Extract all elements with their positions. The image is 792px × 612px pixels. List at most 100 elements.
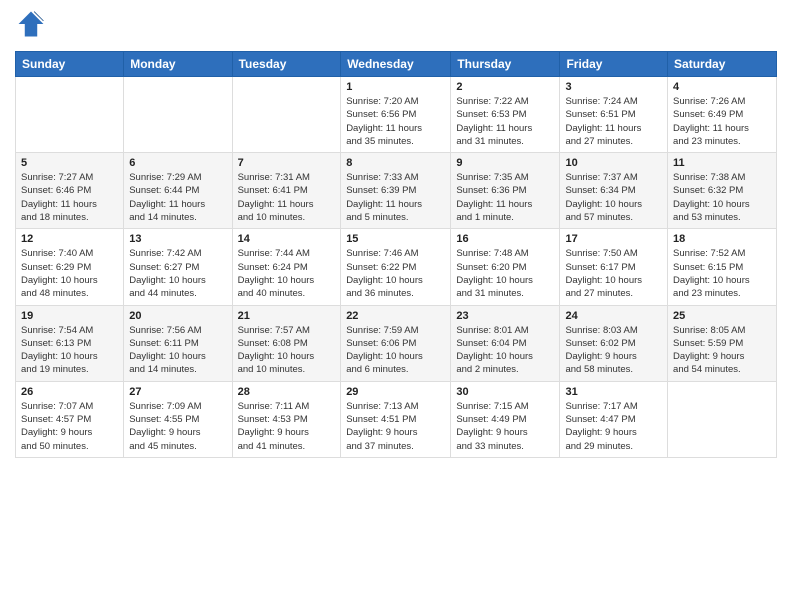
calendar-header-saturday: Saturday (668, 52, 777, 77)
day-number: 17 (565, 233, 662, 245)
calendar-cell: 2 Sunrise: 7:22 AM Sunset: 6:53 PM Daylig… (451, 77, 560, 153)
day-info: Sunrise: 7:15 AM Sunset: 4:49 PM Dayligh… (456, 400, 554, 453)
page: SundayMondayTuesdayWednesdayThursdayFrid… (0, 0, 792, 612)
calendar-cell: 28Sunrise: 7:11 AM Sunset: 4:53 PM Dayli… (232, 381, 341, 457)
day-info: Sunrise: 7:07 AM Sunset: 4:57 PM Dayligh… (21, 400, 118, 453)
day-info: Sunrise: 7:20 AM Sunset: 6:56 PM Dayligh… (346, 95, 445, 148)
calendar-cell: 16 Sunrise: 7:48 AM Sunset: 6:20 PM Dayli… (451, 229, 560, 305)
day-info: Sunrise: 7:11 AM Sunset: 4:53 PM Dayligh… (238, 400, 336, 453)
day-info: Sunrise: 7:33 AM Sunset: 6:39 PM Dayligh… (346, 171, 445, 224)
day-number: 3 (565, 81, 662, 93)
calendar-cell: 7 Sunrise: 7:31 AM Sunset: 6:41 PM Daylig… (232, 153, 341, 229)
day-info: Sunrise: 7:35 AM Sunset: 6:36 PM Dayligh… (456, 171, 554, 224)
day-info: Sunrise: 7:59 AM Sunset: 6:06 PM Dayligh… (346, 324, 445, 377)
calendar-cell: 22 Sunrise: 7:59 AM Sunset: 6:06 PM Dayli… (341, 305, 451, 381)
day-info: Sunrise: 7:13 AM Sunset: 4:51 PM Dayligh… (346, 400, 445, 453)
day-info: Sunrise: 8:05 AM Sunset: 5:59 PM Dayligh… (673, 324, 771, 377)
day-number: 4 (673, 81, 771, 93)
day-number: 11 (673, 157, 771, 169)
day-number: 22 (346, 310, 445, 322)
day-info: Sunrise: 7:44 AM Sunset: 6:24 PM Dayligh… (238, 247, 336, 300)
day-info: Sunrise: 7:24 AM Sunset: 6:51 PM Dayligh… (565, 95, 662, 148)
day-number: 16 (456, 233, 554, 245)
day-number: 31 (565, 386, 662, 398)
calendar-cell: 26 Sunrise: 7:07 AM Sunset: 4:57 PM Dayli… (16, 381, 124, 457)
calendar-header-tuesday: Tuesday (232, 52, 341, 77)
day-info: Sunrise: 7:57 AM Sunset: 6:08 PM Dayligh… (238, 324, 336, 377)
day-info: Sunrise: 7:54 AM Sunset: 6:13 PM Dayligh… (21, 324, 118, 377)
calendar-cell: 1 Sunrise: 7:20 AM Sunset: 6:56 PM Daylig… (341, 77, 451, 153)
day-info: Sunrise: 7:40 AM Sunset: 6:29 PM Dayligh… (21, 247, 118, 300)
day-number: 21 (238, 310, 336, 322)
day-number: 26 (21, 386, 118, 398)
day-number: 30 (456, 386, 554, 398)
day-number: 15 (346, 233, 445, 245)
calendar-header-wednesday: Wednesday (341, 52, 451, 77)
calendar-cell (16, 77, 124, 153)
calendar-week-row: 19Sunrise: 7:54 AM Sunset: 6:13 PM Dayli… (16, 305, 777, 381)
day-info: Sunrise: 7:22 AM Sunset: 6:53 PM Dayligh… (456, 95, 554, 148)
day-number: 27 (129, 386, 226, 398)
day-number: 6 (129, 157, 226, 169)
day-info: Sunrise: 7:31 AM Sunset: 6:41 PM Dayligh… (238, 171, 336, 224)
calendar-header-friday: Friday (560, 52, 668, 77)
day-info: Sunrise: 7:37 AM Sunset: 6:34 PM Dayligh… (565, 171, 662, 224)
header (15, 10, 777, 43)
calendar-cell: 23 Sunrise: 8:01 AM Sunset: 6:04 PM Dayli… (451, 305, 560, 381)
calendar-cell: 18 Sunrise: 7:52 AM Sunset: 6:15 PM Dayli… (668, 229, 777, 305)
calendar-cell: 21 Sunrise: 7:57 AM Sunset: 6:08 PM Dayli… (232, 305, 341, 381)
calendar-cell: 14Sunrise: 7:44 AM Sunset: 6:24 PM Dayli… (232, 229, 341, 305)
day-info: Sunrise: 7:29 AM Sunset: 6:44 PM Dayligh… (129, 171, 226, 224)
logo-icon (17, 10, 45, 38)
day-number: 24 (565, 310, 662, 322)
day-info: Sunrise: 7:17 AM Sunset: 4:47 PM Dayligh… (565, 400, 662, 453)
calendar-cell: 3 Sunrise: 7:24 AM Sunset: 6:51 PM Daylig… (560, 77, 668, 153)
day-info: Sunrise: 7:46 AM Sunset: 6:22 PM Dayligh… (346, 247, 445, 300)
day-number: 23 (456, 310, 554, 322)
calendar-cell: 25 Sunrise: 8:05 AM Sunset: 5:59 PM Dayli… (668, 305, 777, 381)
calendar-cell (232, 77, 341, 153)
calendar-week-row: 26 Sunrise: 7:07 AM Sunset: 4:57 PM Dayli… (16, 381, 777, 457)
calendar-cell: 5Sunrise: 7:27 AM Sunset: 6:46 PM Daylig… (16, 153, 124, 229)
calendar-header-row: SundayMondayTuesdayWednesdayThursdayFrid… (16, 52, 777, 77)
day-number: 7 (238, 157, 336, 169)
day-info: Sunrise: 7:52 AM Sunset: 6:15 PM Dayligh… (673, 247, 771, 300)
calendar-cell (668, 381, 777, 457)
day-info: Sunrise: 7:56 AM Sunset: 6:11 PM Dayligh… (129, 324, 226, 377)
day-number: 13 (129, 233, 226, 245)
calendar-cell: 11Sunrise: 7:38 AM Sunset: 6:32 PM Dayli… (668, 153, 777, 229)
day-info: Sunrise: 7:42 AM Sunset: 6:27 PM Dayligh… (129, 247, 226, 300)
day-number: 8 (346, 157, 445, 169)
day-number: 29 (346, 386, 445, 398)
calendar-cell: 29 Sunrise: 7:13 AM Sunset: 4:51 PM Dayli… (341, 381, 451, 457)
day-info: Sunrise: 8:01 AM Sunset: 6:04 PM Dayligh… (456, 324, 554, 377)
day-number: 25 (673, 310, 771, 322)
calendar-cell: 20Sunrise: 7:56 AM Sunset: 6:11 PM Dayli… (124, 305, 232, 381)
calendar-cell: 31 Sunrise: 7:17 AM Sunset: 4:47 PM Dayli… (560, 381, 668, 457)
calendar-cell: 19Sunrise: 7:54 AM Sunset: 6:13 PM Dayli… (16, 305, 124, 381)
day-info: Sunrise: 7:48 AM Sunset: 6:20 PM Dayligh… (456, 247, 554, 300)
calendar-header-sunday: Sunday (16, 52, 124, 77)
calendar-cell: 9Sunrise: 7:35 AM Sunset: 6:36 PM Daylig… (451, 153, 560, 229)
calendar-cell: 8 Sunrise: 7:33 AM Sunset: 6:39 PM Daylig… (341, 153, 451, 229)
calendar-cell: 13 Sunrise: 7:42 AM Sunset: 6:27 PM Dayli… (124, 229, 232, 305)
calendar-header-monday: Monday (124, 52, 232, 77)
logo (15, 10, 45, 43)
day-info: Sunrise: 7:50 AM Sunset: 6:17 PM Dayligh… (565, 247, 662, 300)
calendar-cell: 15 Sunrise: 7:46 AM Sunset: 6:22 PM Dayli… (341, 229, 451, 305)
day-number: 10 (565, 157, 662, 169)
calendar-week-row: 12Sunrise: 7:40 AM Sunset: 6:29 PM Dayli… (16, 229, 777, 305)
calendar-cell: 27Sunrise: 7:09 AM Sunset: 4:55 PM Dayli… (124, 381, 232, 457)
calendar-cell: 4Sunrise: 7:26 AM Sunset: 6:49 PM Daylig… (668, 77, 777, 153)
calendar-cell: 17 Sunrise: 7:50 AM Sunset: 6:17 PM Dayli… (560, 229, 668, 305)
day-number: 18 (673, 233, 771, 245)
calendar-week-row: 1 Sunrise: 7:20 AM Sunset: 6:56 PM Daylig… (16, 77, 777, 153)
day-number: 5 (21, 157, 118, 169)
calendar-table: SundayMondayTuesdayWednesdayThursdayFrid… (15, 51, 777, 458)
calendar-cell (124, 77, 232, 153)
calendar-cell: 24Sunrise: 8:03 AM Sunset: 6:02 PM Dayli… (560, 305, 668, 381)
day-number: 1 (346, 81, 445, 93)
calendar-cell: 30 Sunrise: 7:15 AM Sunset: 4:49 PM Dayli… (451, 381, 560, 457)
calendar-week-row: 5Sunrise: 7:27 AM Sunset: 6:46 PM Daylig… (16, 153, 777, 229)
day-number: 2 (456, 81, 554, 93)
